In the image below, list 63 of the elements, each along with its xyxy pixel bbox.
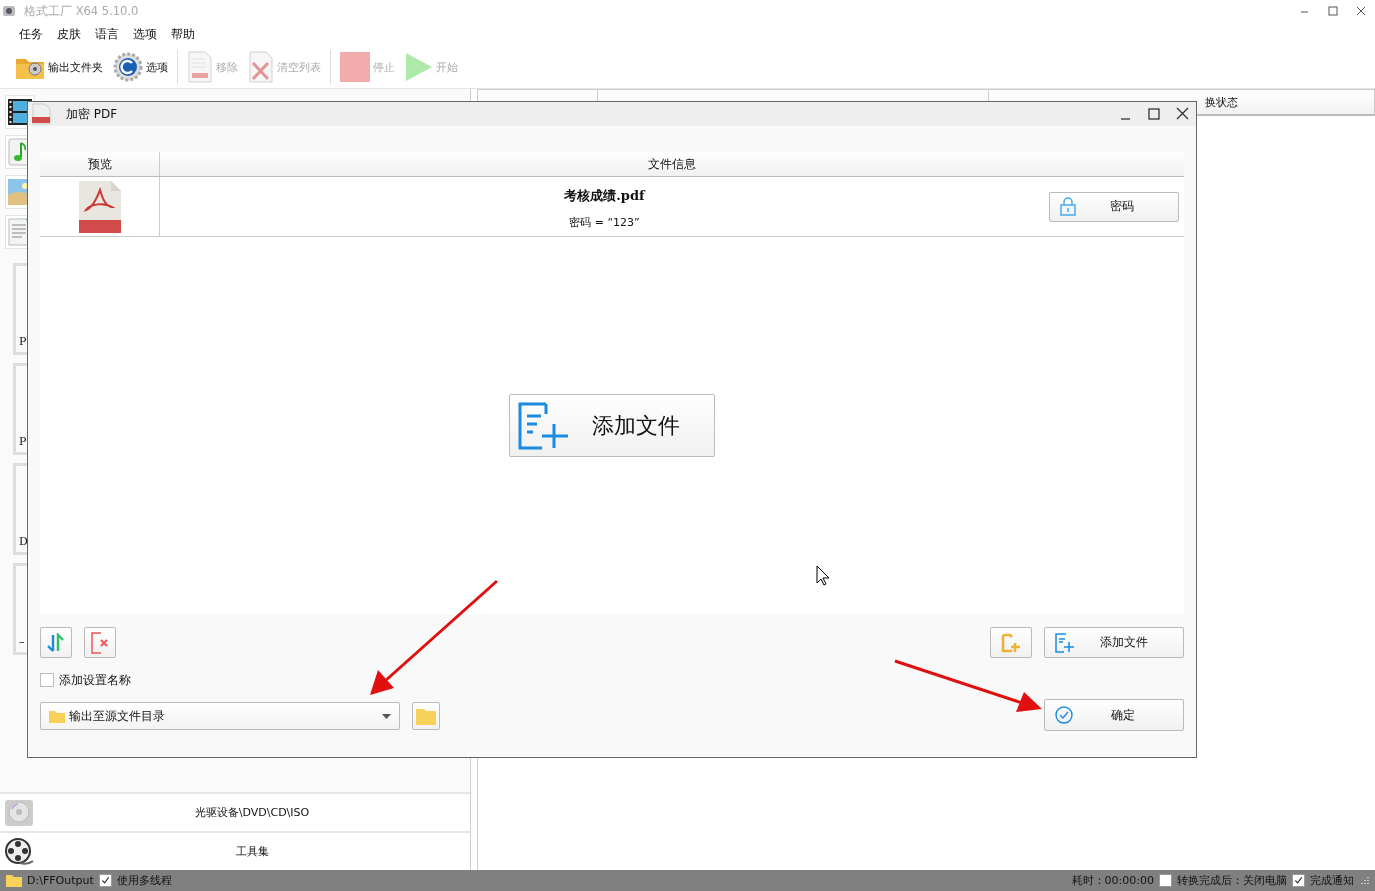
- add-folder-button[interactable]: [990, 627, 1032, 658]
- column-header: 换状态: [1205, 94, 1238, 110]
- add-file-icon: [1055, 632, 1075, 653]
- format-card[interactable]: –: [13, 563, 27, 655]
- folder-plus-icon: [1001, 632, 1021, 653]
- checkbox[interactable]: [98, 874, 112, 887]
- confirm-button[interactable]: 确定: [1044, 699, 1184, 731]
- output-path: D:\FFOutput: [27, 874, 94, 887]
- password-info: 密码 = “123”: [569, 215, 640, 230]
- document-minus-icon: [187, 51, 213, 83]
- lock-icon: [1060, 197, 1076, 216]
- checkbox-label: 完成通知: [1310, 873, 1354, 888]
- toolbar-button[interactable]: 输出文件夹: [10, 54, 108, 80]
- document-cross-icon: [248, 51, 274, 83]
- stop-icon: [340, 52, 370, 82]
- checkbox[interactable]: [1159, 874, 1172, 887]
- disc-drive-icon: [4, 798, 34, 827]
- check-circle-icon: [1055, 706, 1073, 724]
- file-name: 考核成绩.pdf: [564, 187, 645, 205]
- browse-folder-button[interactable]: [412, 702, 440, 730]
- sort-arrows-icon: [47, 632, 65, 653]
- category-item[interactable]: 光驱设备\DVD\CD\ISO: [0, 792, 470, 831]
- format-card[interactable]: P: [13, 263, 27, 355]
- checkbox[interactable]: [40, 673, 54, 687]
- menu-item[interactable]: 任务: [12, 26, 50, 42]
- elapsed-time: 耗时：00:00:00: [1071, 873, 1154, 888]
- add-file-icon: [518, 401, 570, 450]
- category-item[interactable]: 工具集: [0, 831, 470, 870]
- remove-button[interactable]: [84, 627, 116, 658]
- document-cross-icon: [91, 631, 109, 654]
- menu-item[interactable]: 选项: [126, 26, 164, 42]
- checkbox-label: 使用多线程: [116, 873, 172, 888]
- pdf-file-icon: [77, 179, 122, 234]
- menu-item[interactable]: 帮助: [164, 26, 202, 42]
- check-icon: [101, 876, 109, 884]
- format-card[interactable]: D: [13, 463, 27, 555]
- menu-item[interactable]: 语言: [88, 26, 126, 42]
- output-dropdown[interactable]: 输出至源文件目录: [40, 702, 400, 730]
- check-icon: [1294, 876, 1303, 884]
- checkbox-label: 转换完成后：关闭电脑: [1177, 873, 1287, 888]
- column-header: 文件信息: [647, 155, 697, 173]
- format-card[interactable]: P: [13, 363, 27, 455]
- checkbox[interactable]: [1292, 874, 1305, 887]
- sort-button[interactable]: [40, 627, 72, 658]
- play-icon: [405, 52, 433, 82]
- folder-icon: [416, 707, 436, 725]
- dialog-title: 加密 PDF: [66, 105, 118, 123]
- folder-icon: [49, 709, 65, 723]
- password-button[interactable]: 密码: [1049, 191, 1179, 222]
- add-file-button[interactable]: 添加文件: [509, 394, 715, 457]
- film-reel-icon: [4, 836, 34, 867]
- app-logo-icon: [2, 4, 16, 18]
- toolbar-button[interactable]: 选项: [108, 52, 173, 82]
- resize-grip-icon[interactable]: [1359, 875, 1369, 886]
- mouse-cursor-icon: [816, 565, 830, 586]
- add-file-button[interactable]: 添加文件: [1044, 627, 1184, 658]
- checkbox-label: 添加设置名称: [59, 671, 131, 689]
- settings-icon: [113, 52, 143, 82]
- caret-icon: [382, 713, 391, 719]
- column-header: 预览: [40, 152, 160, 176]
- window-title: 格式工厂 X64 5.10.0: [24, 3, 139, 19]
- menu-item[interactable]: 皮肤: [50, 26, 88, 42]
- folder-icon: [6, 874, 22, 887]
